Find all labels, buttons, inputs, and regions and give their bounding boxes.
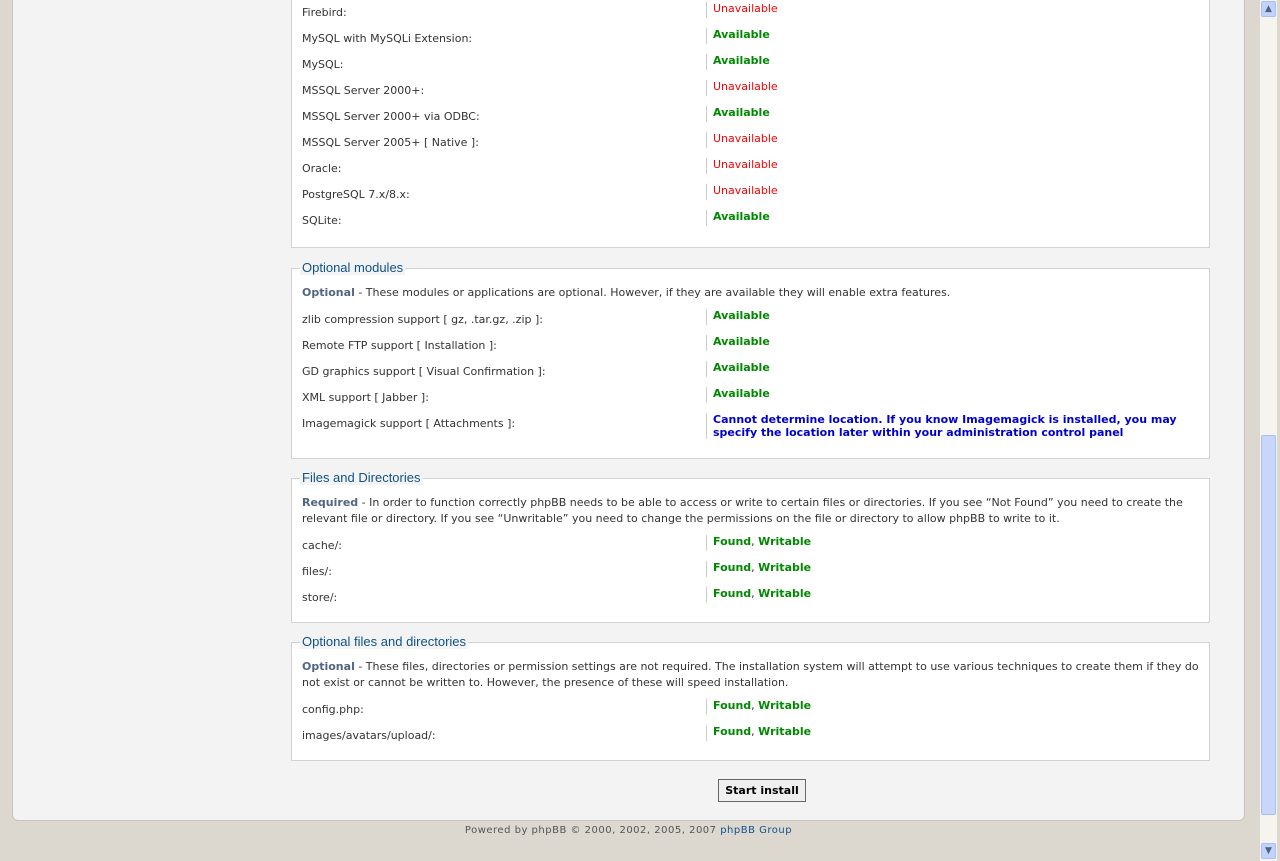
status-value: Unavailable <box>706 80 778 96</box>
file-row: store/: Found, Writable <box>302 587 1199 607</box>
status-value: Available <box>706 54 770 70</box>
row-label: GD graphics support [ Visual Confirmatio… <box>302 365 546 378</box>
row-label: cache/: <box>302 539 342 552</box>
status-text: Unavailable <box>713 158 778 171</box>
fieldset-title: Optional modules <box>300 260 406 275</box>
module-row: Imagemagick support [ Attachments ]: Cann… <box>302 413 1199 439</box>
scrollbar-thumb[interactable] <box>1261 435 1276 815</box>
row-label: PostgreSQL 7.x/8.x: <box>302 188 410 201</box>
module-row: Remote FTP support [ Installation ]: Avai… <box>302 335 1199 355</box>
database-row: Oracle: Unavailable <box>302 158 1199 178</box>
status-value: Available <box>706 309 770 325</box>
row-label: Firebird: <box>302 6 347 19</box>
status-value: Unavailable <box>706 184 778 200</box>
status-text: Available <box>713 309 770 322</box>
status-text: Unavailable <box>713 184 778 197</box>
database-fieldset: Firebird: Unavailable MySQL with MySQLi Ex… <box>291 0 1210 248</box>
row-label: MSSQL Server 2005+ [ Native ]: <box>302 136 479 149</box>
vertical-scrollbar[interactable]: ▲ ▼ <box>1260 0 1277 861</box>
status-text: Available <box>713 361 770 374</box>
row-label: Imagemagick support [ Attachments ]: <box>302 417 516 430</box>
status-text: Available <box>713 335 770 348</box>
row-label: store/: <box>302 591 338 604</box>
writable-text: Writable <box>758 587 812 600</box>
status-text: Available <box>713 28 770 41</box>
status-text: Available <box>713 387 770 400</box>
row-label: MSSQL Server 2000+: <box>302 84 425 97</box>
found-text: Found <box>713 725 752 738</box>
status-value: Available <box>706 106 770 122</box>
status-text: Available <box>713 54 770 67</box>
status-value: Found, Writable <box>706 587 811 603</box>
row-label: config.php: <box>302 703 364 716</box>
status-value: Found, Writable <box>706 535 811 551</box>
status-value: Found, Writable <box>706 561 811 577</box>
database-row: MySQL with MySQLi Extension: Available <box>302 28 1199 48</box>
found-text: Found <box>713 587 752 600</box>
status-value: Available <box>706 210 770 226</box>
writable-text: Writable <box>758 535 812 548</box>
optional-modules-fieldset: Optional modules Optional - These module… <box>291 260 1210 459</box>
file-row: images/avatars/upload/: Found, Writable <box>302 725 1199 745</box>
writable-text: Writable <box>758 699 812 712</box>
status-value: Unavailable <box>706 158 778 174</box>
status-text: Cannot determine location. If you know I… <box>713 413 1177 439</box>
found-text: Found <box>713 561 752 574</box>
status-value: Available <box>706 335 770 351</box>
found-text: Found <box>713 699 752 712</box>
module-row: GD graphics support [ Visual Confirmatio… <box>302 361 1199 381</box>
scroll-down-icon[interactable]: ▼ <box>1261 843 1276 859</box>
database-row: Firebird: Unavailable <box>302 2 1199 22</box>
files-fieldset: Files and Directories Required - In orde… <box>291 470 1210 623</box>
status-value: Unavailable <box>706 132 778 148</box>
file-row: config.php: Found, Writable <box>302 699 1199 719</box>
status-text: Unavailable <box>713 132 778 145</box>
status-text: Available <box>713 210 770 223</box>
scroll-up-icon[interactable]: ▲ <box>1261 1 1276 17</box>
row-label: SQLite: <box>302 214 342 227</box>
writable-text: Writable <box>758 725 812 738</box>
status-value: Found, Writable <box>706 725 811 741</box>
module-row: XML support [ Jabber ]: Available <box>302 387 1199 407</box>
status-value: Cannot determine location. If you know I… <box>706 413 1183 439</box>
database-row: MySQL: Available <box>302 54 1199 74</box>
footer: Powered by phpBB © 2000, 2002, 2005, 200… <box>464 825 793 836</box>
database-row: SQLite: Available <box>302 210 1199 230</box>
status-text: Available <box>713 106 770 119</box>
fieldset-description: Required - In order to function correctl… <box>302 496 1183 525</box>
row-label: XML support [ Jabber ]: <box>302 391 429 404</box>
status-value: Unavailable <box>706 2 778 18</box>
module-row: zlib compression support [ gz, .tar.gz, … <box>302 309 1199 329</box>
row-label: files/: <box>302 565 332 578</box>
status-value: Found, Writable <box>706 699 811 715</box>
file-row: files/: Found, Writable <box>302 561 1199 581</box>
start-install-button[interactable]: Start install <box>718 779 806 802</box>
row-label: MSSQL Server 2000+ via ODBC: <box>302 110 480 123</box>
status-value: Available <box>706 361 770 377</box>
phpbb-group-link[interactable]: phpBB Group <box>720 825 792 836</box>
optional-files-fieldset: Optional files and directories Optional … <box>291 634 1210 761</box>
database-row: MSSQL Server 2000+: Unavailable <box>302 80 1199 100</box>
status-text: Unavailable <box>713 2 778 15</box>
row-label: zlib compression support [ gz, .tar.gz, … <box>302 313 543 326</box>
database-row: MSSQL Server 2000+ via ODBC: Available <box>302 106 1199 126</box>
found-text: Found <box>713 535 752 548</box>
row-label: MySQL: <box>302 58 344 71</box>
fieldset-description: Optional - These files, directories or p… <box>302 660 1199 689</box>
fieldset-title: Files and Directories <box>300 470 423 485</box>
file-row: cache/: Found, Writable <box>302 535 1199 555</box>
database-row: MSSQL Server 2005+ [ Native ]: Unavailabl… <box>302 132 1199 152</box>
fieldset-title: Optional files and directories <box>300 634 469 649</box>
status-value: Available <box>706 387 770 403</box>
writable-text: Writable <box>758 561 812 574</box>
database-row: PostgreSQL 7.x/8.x: Unavailable <box>302 184 1199 204</box>
row-label: images/avatars/upload/: <box>302 729 436 742</box>
status-text: Unavailable <box>713 80 778 93</box>
status-value: Available <box>706 28 770 44</box>
fieldset-description: Optional - These modules or applications… <box>302 286 951 299</box>
row-label: MySQL with MySQLi Extension: <box>302 32 473 45</box>
row-label: Oracle: <box>302 162 342 175</box>
row-label: Remote FTP support [ Installation ]: <box>302 339 497 352</box>
